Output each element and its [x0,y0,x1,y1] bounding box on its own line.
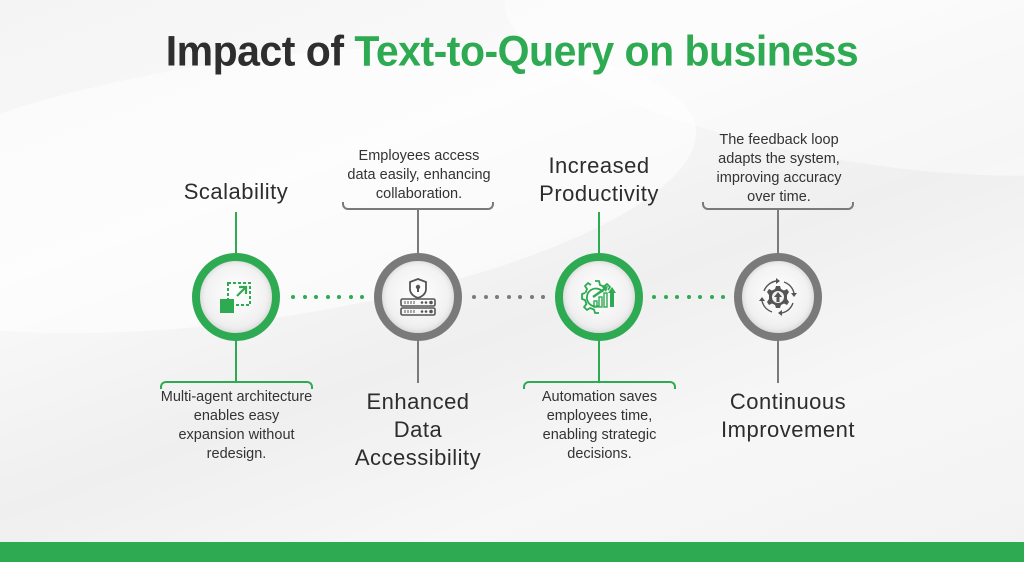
connector-line [777,210,779,254]
item-node[interactable] [555,253,643,341]
item-node[interactable] [192,253,280,341]
title-highlight: Text-to-Query on business [354,26,859,76]
connector-dot [663,295,668,299]
connector-dot [698,295,702,299]
connector-line [598,212,600,254]
connector-dot [495,295,499,299]
connector-dot [709,295,714,299]
connector-dot [652,295,656,299]
item-description: Multi-agent architecture enables easy ex… [160,389,313,462]
item-node[interactable] [734,253,822,341]
item-label: Enhanced Data Accessibility [354,389,482,470]
connector-dot [483,295,488,299]
gear-growth-chart-icon [581,280,616,314]
connector-dot [721,295,725,299]
connector-dot [291,295,295,299]
connector-dot [360,295,364,299]
connector-line [235,341,237,381]
connector-line [777,341,779,383]
gear-cycle-icon [759,278,797,316]
item-label: Continuous Improvement [721,389,855,442]
connector-dot [686,295,691,299]
description-bracket [342,202,494,210]
connector-dot [518,295,522,299]
connector-dot [506,295,511,299]
dotted-connector [472,295,547,299]
footer-bar [0,542,1024,562]
connector-dot [314,295,318,299]
connector-dot [675,295,679,299]
connector-dot [337,295,341,299]
item-label: Increased Productivity [539,153,659,206]
connector-line [598,341,600,381]
secure-server-icon [400,278,436,316]
title-prefix: Impact of [165,26,355,76]
connector-dot [325,295,330,299]
dotted-connector [291,295,366,299]
description-bracket [702,202,854,210]
connector-line [417,210,419,254]
page-title: Impact of Text-to-Query on business [0,27,1024,76]
connector-dot [472,295,476,299]
item-description: Automation saves employees time, enablin… [541,389,658,462]
connector-dot [302,295,307,299]
connector-line [417,341,419,383]
item-description: The feedback loop adapts the system, imp… [716,132,842,205]
item-label: Scalability [183,179,289,204]
item-node[interactable] [374,253,462,341]
connector-line [235,212,237,254]
connector-dot [541,295,545,299]
expand-scale-icon [220,282,251,313]
dotted-connector [652,295,727,299]
connector-dot [348,295,353,299]
connector-dot [529,295,534,299]
item-description: Employees access data easily, enhancing … [347,148,491,202]
